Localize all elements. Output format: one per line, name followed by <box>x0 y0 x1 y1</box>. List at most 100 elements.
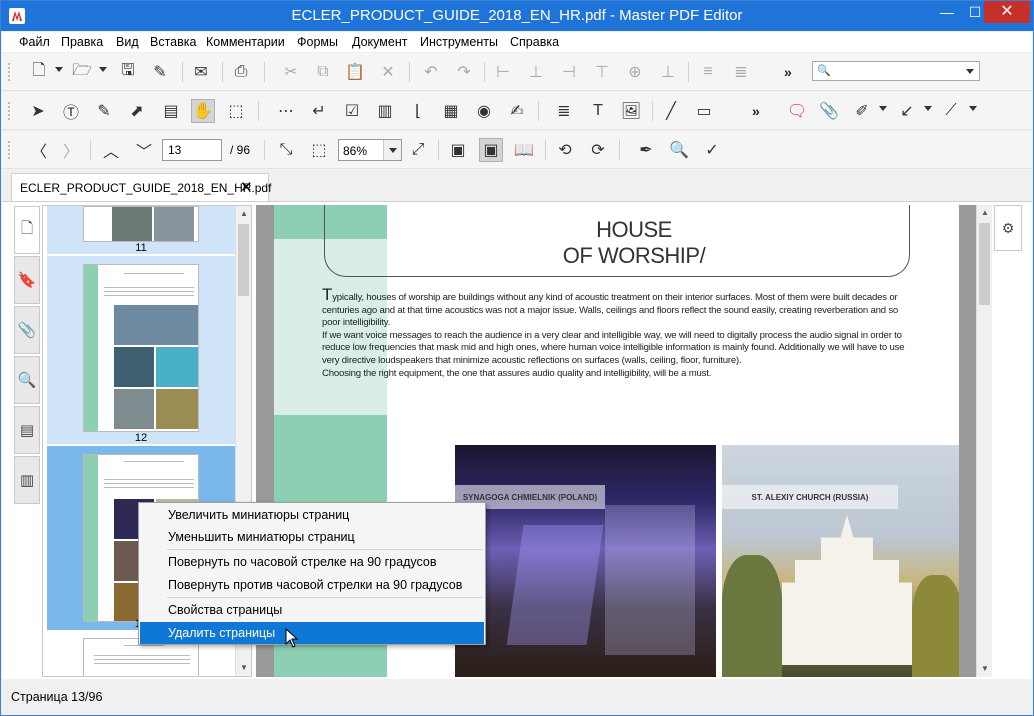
edit-object-icon[interactable]: ⬈ <box>125 99 149 123</box>
save-icon[interactable]: 🖫 <box>116 60 140 84</box>
properties-panel-button[interactable]: ⚙ <box>994 205 1022 251</box>
insert-image-icon[interactable]: 🖼 <box>619 99 643 123</box>
layers-panel-tab[interactable]: ▤ <box>14 406 40 454</box>
bookmarks-panel-tab[interactable]: 🔖 <box>14 256 40 304</box>
rotate-right-icon[interactable]: ⟳ <box>586 138 610 162</box>
add-text-icon[interactable]: ≣ <box>552 99 576 123</box>
delete-icon[interactable]: ✕ <box>376 60 400 84</box>
print-icon[interactable]: ⎙ <box>229 60 253 84</box>
rectangle-tool-icon[interactable]: ▭ <box>692 99 716 123</box>
continuous-page-icon[interactable]: ▣ <box>479 138 503 162</box>
menu-item-reduce-thumbnails[interactable]: Уменьшить миниатюры страниц <box>140 526 484 548</box>
single-page-icon[interactable]: ▣ <box>446 138 470 162</box>
email-icon[interactable]: ✉ <box>189 60 213 84</box>
combo-box-icon[interactable]: ▦ <box>439 99 463 123</box>
menu-document[interactable]: Документ <box>352 35 407 49</box>
scrollbar-thumb[interactable] <box>238 224 249 296</box>
edit-text-icon[interactable]: ✎ <box>92 99 116 123</box>
scroll-up-icon[interactable]: ▲ <box>236 206 251 222</box>
redo-icon[interactable]: ↷ <box>452 60 476 84</box>
menu-view[interactable]: Вид <box>116 35 139 49</box>
polygon-icon[interactable]: ⟋ <box>939 99 963 123</box>
menu-tools[interactable]: Инструменты <box>420 35 498 49</box>
checkbox-icon[interactable]: ☑ <box>340 99 364 123</box>
select-arrow-icon[interactable]: ➤ <box>26 99 50 123</box>
menu-item-delete-pages[interactable]: Удалить страницы <box>140 622 484 644</box>
marquee-select-icon[interactable]: ⬚ <box>224 99 248 123</box>
menu-item-rotate-counterclockwise[interactable]: Повернуть против часовой стрелки на 90 г… <box>140 574 484 596</box>
sign-pen-icon[interactable]: ✒ <box>634 138 658 162</box>
insert-text-icon[interactable]: T <box>586 99 610 123</box>
page-number-input[interactable] <box>162 139 222 161</box>
sticky-note-icon[interactable]: 🗨 <box>785 99 809 123</box>
more-tools-icon[interactable]: » <box>752 103 760 119</box>
line-tool-icon[interactable]: ╱ <box>659 99 683 123</box>
open-folder-icon[interactable]: 🗁 <box>70 60 94 84</box>
text-select-icon[interactable]: Ⓣ <box>59 99 83 123</box>
scrollbar-thumb[interactable] <box>979 223 990 305</box>
signatures-panel-tab[interactable]: ▥ <box>14 456 40 504</box>
validate-check-icon[interactable]: ✓ <box>700 138 724 162</box>
highlight-icon[interactable]: ✐ <box>850 99 874 123</box>
fit-page-icon[interactable]: ⬚ <box>307 138 331 162</box>
align-center-icon[interactable]: ⊥ <box>524 60 548 84</box>
radio-button-icon[interactable]: ◉ <box>472 99 496 123</box>
arrow-line-icon[interactable]: ↙ <box>895 99 919 123</box>
close-tab-icon[interactable]: ✕ <box>240 178 253 196</box>
next-page-icon[interactable]: ﹀ <box>132 138 156 162</box>
forms-edit-icon[interactable]: ▤ <box>159 99 183 123</box>
thumbnail-item[interactable]: 11 <box>47 206 235 254</box>
list-box-icon[interactable]: ▥ <box>373 99 397 123</box>
forward-icon[interactable]: 〉 <box>59 138 83 162</box>
zoom-dropdown-icon[interactable] <box>383 140 401 160</box>
menu-item-page-properties[interactable]: Свойства страницы <box>140 599 484 621</box>
more-tools-icon[interactable]: » <box>784 64 792 80</box>
align-left-icon[interactable]: ⊢ <box>491 60 515 84</box>
save-as-icon[interactable]: ✎ <box>148 60 172 84</box>
zoom-select[interactable]: 86% <box>338 139 402 161</box>
undo-icon[interactable]: ↶ <box>419 60 443 84</box>
attachments-panel-tab[interactable]: 📎 <box>14 306 40 354</box>
hand-tool-icon[interactable]: ✋ <box>191 99 215 123</box>
align-middle-icon[interactable]: ⊕ <box>623 60 647 84</box>
toolbar-grip[interactable] <box>8 141 11 159</box>
menu-insert[interactable]: Вставка <box>150 35 196 49</box>
highlight-dropdown-icon[interactable] <box>879 106 887 111</box>
thumbnail-item[interactable]: 12 <box>47 256 235 444</box>
cut-icon[interactable]: ✂ <box>279 60 303 84</box>
menu-edit[interactable]: Правка <box>61 35 103 49</box>
paste-icon[interactable]: 📋 <box>343 60 367 84</box>
signature-field-icon[interactable]: ⌊ <box>406 99 430 123</box>
actual-size-icon[interactable]: ⤡ <box>274 138 298 162</box>
search-dropdown-icon[interactable] <box>966 69 974 74</box>
pages-panel-tab[interactable]: 🗋 <box>14 206 40 254</box>
new-document-icon[interactable]: 🗋 <box>27 60 51 84</box>
two-pages-icon[interactable]: 📖 <box>512 138 536 162</box>
new-dropdown-icon[interactable] <box>55 67 63 72</box>
find-icon[interactable]: 🔍 <box>667 138 691 162</box>
previous-page-icon[interactable]: ︿ <box>99 138 123 162</box>
scroll-down-icon[interactable]: ▼ <box>236 660 251 676</box>
fit-width-icon[interactable]: ⤢ <box>406 138 430 162</box>
menu-help[interactable]: Справка <box>510 35 559 49</box>
minimize-button[interactable]: — <box>934 1 960 23</box>
scroll-up-icon[interactable]: ▲ <box>977 205 993 221</box>
link-icon[interactable]: ⋯ <box>274 99 298 123</box>
polygon-dropdown-icon[interactable] <box>969 106 977 111</box>
scroll-down-icon[interactable]: ▼ <box>977 661 993 677</box>
text-field-icon[interactable]: ↵ <box>307 99 331 123</box>
digital-signature-icon[interactable]: ✍ <box>505 99 529 123</box>
menu-file[interactable]: Файл <box>19 35 50 49</box>
align-right-icon[interactable]: ⊣ <box>557 60 581 84</box>
rotate-left-icon[interactable]: ⟲ <box>553 138 577 162</box>
document-scrollbar[interactable]: ▲ ▼ <box>976 205 992 677</box>
menu-comments[interactable]: Комментарии <box>206 35 285 49</box>
document-tab[interactable]: ECLER_PRODUCT_GUIDE_2018_EN_HR.pdf ✕ <box>11 173 271 201</box>
toolbar-grip[interactable] <box>8 102 11 120</box>
align-bottom-icon[interactable]: ⊥ <box>656 60 680 84</box>
search-input[interactable]: 🔍 <box>812 61 980 81</box>
attach-file-icon[interactable]: 📎 <box>817 99 841 123</box>
menu-forms[interactable]: Формы <box>297 35 338 49</box>
menu-item-rotate-clockwise[interactable]: Повернуть по часовой стрелке на 90 граду… <box>140 551 484 573</box>
close-window-button[interactable]: ✕ <box>984 1 1030 23</box>
